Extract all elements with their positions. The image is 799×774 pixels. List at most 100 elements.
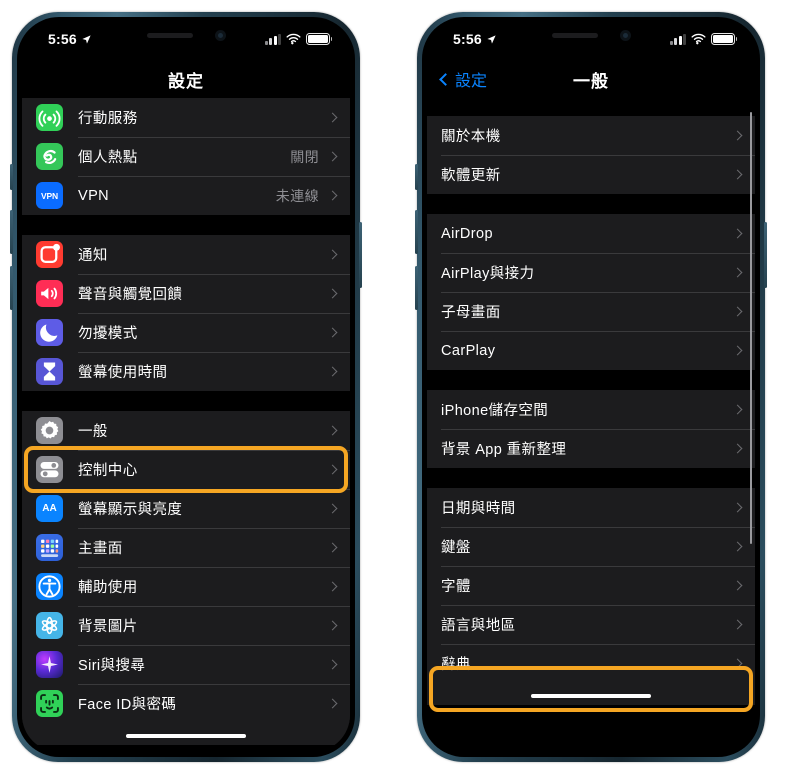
left-settings-list[interactable]: 行動服務 個人熱點 關閉 VPN VPN 未連線 通知 聲音與觸覺回饋 勿擾模式… — [22, 98, 350, 752]
scroll-indicator[interactable] — [749, 112, 752, 544]
notch — [110, 22, 262, 48]
group-separator — [427, 370, 755, 390]
settings-row-label: 軟體更新 — [441, 168, 501, 184]
power-button[interactable] — [764, 222, 767, 288]
chevron-right-icon — [327, 503, 338, 514]
battery-icon — [306, 33, 333, 45]
settings-row-iphone-storage[interactable]: iPhone儲存空間 — [427, 390, 755, 429]
settings-row-label: 背景圖片 — [78, 619, 138, 635]
settings-row-do-not-disturb[interactable]: 勿擾模式 — [22, 313, 350, 352]
right-settings-list[interactable]: 關於本機 軟體更新 AirDrop AirPlay與接力 子母畫面 CarPla… — [427, 98, 755, 752]
settings-row-personal-hotspot[interactable]: 個人熱點 關閉 — [22, 137, 350, 176]
right-status-bar: 5:56 — [427, 22, 755, 60]
settings-row-label: iPhone儲存空間 — [441, 403, 549, 419]
settings-row-general[interactable]: 一般 — [22, 411, 350, 450]
volume-up-button[interactable] — [10, 210, 13, 254]
power-button[interactable] — [359, 222, 362, 288]
back-button-label: 設定 — [455, 73, 488, 90]
status-bar-indicators — [669, 33, 738, 45]
settings-row-about[interactable]: 關於本機 — [427, 116, 755, 155]
settings-row-face-id-passcode[interactable]: Face ID與密碼 — [22, 684, 350, 723]
settings-row-software-update[interactable]: 軟體更新 — [427, 155, 755, 194]
chevron-right-icon — [732, 267, 743, 278]
notifications-icon — [36, 241, 63, 268]
settings-row-screen-time[interactable]: 螢幕使用時間 — [22, 352, 350, 391]
chevron-right-icon — [327, 249, 338, 260]
settings-row-background-app-refresh[interactable]: 背景 App 重新整理 — [427, 429, 755, 468]
settings-row-label: 螢幕顯示與亮度 — [78, 502, 183, 518]
home-indicator[interactable] — [531, 693, 651, 698]
settings-row-label: 辭典 — [441, 657, 471, 673]
display-brightness-icon: AA — [36, 495, 63, 522]
settings-row-cellular[interactable]: 行動服務 — [22, 98, 350, 137]
sound-haptics-icon — [36, 280, 63, 307]
chevron-right-icon — [732, 404, 743, 415]
accessibility-icon — [36, 573, 63, 600]
chevron-right-icon — [327, 581, 338, 592]
settings-row-label: 個人熱點 — [78, 150, 138, 166]
home-indicator[interactable] — [126, 733, 246, 738]
wifi-icon — [286, 33, 301, 45]
group-separator — [427, 468, 755, 488]
settings-row-airplay-handoff[interactable]: AirPlay與接力 — [427, 253, 755, 292]
settings-row-notifications[interactable]: 通知 — [22, 235, 350, 274]
settings-row-label: Face ID與密碼 — [78, 697, 177, 713]
cellular-icon — [36, 104, 63, 131]
settings-row-date-time[interactable]: 日期與時間 — [427, 488, 755, 527]
settings-row-label: 關於本機 — [441, 129, 501, 145]
settings-row-keyboard[interactable]: 鍵盤 — [427, 527, 755, 566]
chevron-right-icon — [327, 151, 338, 162]
settings-row-control-center[interactable]: 控制中心 — [22, 450, 350, 489]
status-bar-time-group: 5:56 — [48, 31, 92, 47]
settings-row-value: 關閉 — [290, 148, 319, 165]
settings-row-airdrop[interactable]: AirDrop — [427, 214, 755, 253]
settings-row-vpn[interactable]: VPN VPN 未連線 — [22, 176, 350, 215]
settings-row-language-region[interactable]: 語言與地區 — [427, 605, 755, 644]
status-bar-time: 5:56 — [453, 31, 482, 47]
siri-icon — [36, 651, 63, 678]
settings-row-picture-in-picture[interactable]: 子母畫面 — [427, 292, 755, 331]
mute-switch[interactable] — [415, 164, 418, 190]
earpiece-speaker — [551, 32, 598, 38]
settings-row-display-brightness[interactable]: AA 螢幕顯示與亮度 — [22, 489, 350, 528]
status-bar-time-group: 5:56 — [453, 31, 497, 47]
group-separator — [427, 98, 755, 116]
settings-row-sounds-haptics[interactable]: 聲音與觸覺回饋 — [22, 274, 350, 313]
settings-row-label: 勿擾模式 — [78, 326, 138, 342]
settings-row-home-screen[interactable]: 主畫面 — [22, 528, 350, 567]
settings-row-siri-search[interactable]: Siri與搜尋 — [22, 645, 350, 684]
settings-row-label: AirPlay與接力 — [441, 266, 535, 282]
settings-row-label: 子母畫面 — [441, 305, 501, 321]
settings-row-carplay[interactable]: CarPlay — [427, 331, 755, 370]
mute-switch[interactable] — [10, 164, 13, 190]
chevron-right-icon — [327, 464, 338, 475]
group-separator — [427, 194, 755, 214]
chevron-right-icon — [327, 425, 338, 436]
chevron-right-icon — [732, 169, 743, 180]
volume-up-button[interactable] — [415, 210, 418, 254]
settings-row-label: 通知 — [78, 248, 108, 264]
home-indicator-area — [427, 683, 755, 705]
screen-time-icon — [36, 358, 63, 385]
settings-row-label: VPN — [78, 187, 110, 204]
back-button[interactable]: 設定 — [439, 60, 488, 98]
settings-group-about: 關於本機 軟體更新 — [427, 116, 755, 194]
group-separator — [22, 215, 350, 235]
chevron-right-icon — [732, 502, 743, 513]
settings-row-dictionary[interactable]: 辭典 — [427, 644, 755, 683]
right-phone-device: 5:56 設定 一般 關於本機 軟體更新 AirDrop AirPlay與接力 … — [415, 12, 767, 762]
settings-row-label: 行動服務 — [78, 111, 138, 127]
left-phone-screen: 5:56 設定 行動服務 個人熱點 關閉 VPN VPN 未連線 通知 聲音與觸… — [22, 22, 350, 752]
volume-down-button[interactable] — [415, 266, 418, 310]
settings-row-wallpaper[interactable]: 背景圖片 — [22, 606, 350, 645]
chevron-right-icon — [732, 306, 743, 317]
settings-group-notifications: 通知 聲音與觸覺回饋 勿擾模式 螢幕使用時間 — [22, 235, 350, 391]
group-separator — [22, 391, 350, 411]
settings-row-label: CarPlay — [441, 342, 496, 359]
volume-down-button[interactable] — [10, 266, 13, 310]
settings-row-accessibility[interactable]: 輔助使用 — [22, 567, 350, 606]
status-bar-indicators — [264, 33, 333, 45]
settings-row-label: AirDrop — [441, 225, 493, 242]
settings-row-fonts[interactable]: 字體 — [427, 566, 755, 605]
location-arrow-icon — [487, 34, 496, 44]
